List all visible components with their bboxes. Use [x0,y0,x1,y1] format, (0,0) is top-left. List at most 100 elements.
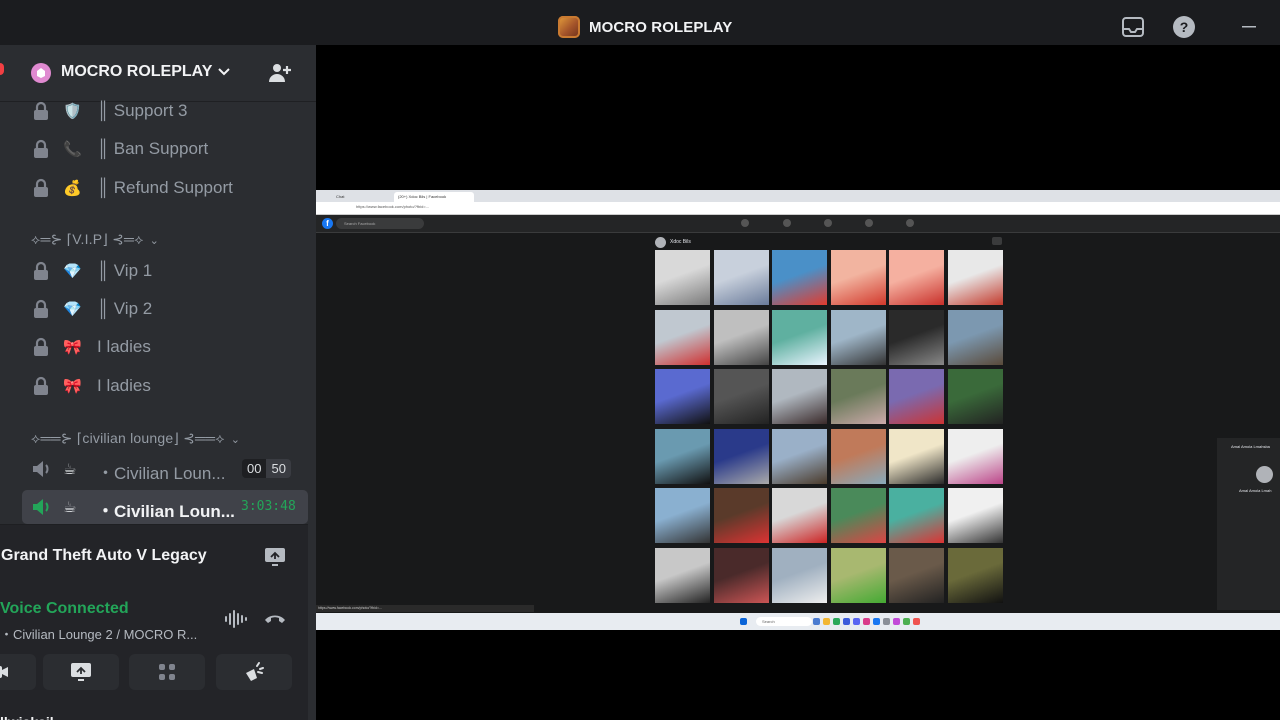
windows-start-icon[interactable] [740,618,747,625]
photo-thumbnail[interactable] [889,547,944,603]
noise-suppression-icon[interactable] [224,610,248,633]
username[interactable]: llwiskail [0,714,54,720]
photo-thumbnail[interactable] [830,547,886,603]
nav-gaming-icon[interactable] [906,219,914,227]
photo-thumbnail[interactable] [830,488,886,543]
avatar [655,236,666,248]
photo-thumbnail[interactable] [713,428,769,484]
photo-thumbnail[interactable] [713,369,769,424]
task-view-icon[interactable] [813,618,820,625]
photo-thumbnail[interactable] [772,369,827,424]
app-icon[interactable] [913,618,920,625]
inbox-icon[interactable] [1120,14,1146,40]
channel-label: I ladies [97,337,151,356]
camera-button[interactable] [0,654,36,690]
photo-thumbnail[interactable] [772,250,827,305]
share-screen-button[interactable] [43,654,119,690]
lock-icon [31,139,51,164]
stream-game-icon[interactable] [264,547,286,572]
channel-vip-2[interactable]: 💎 ║ Vip 2 [22,292,308,326]
app-icon[interactable] [883,618,890,625]
facebook-search[interactable]: Search Facebook [336,218,424,229]
photo-thumbnail[interactable] [830,369,886,424]
app-icon[interactable] [873,618,880,625]
photo-thumbnail[interactable] [655,250,710,305]
photo-thumbnail[interactable] [655,369,710,424]
album-owner-name: Xdoc Bils [670,239,691,245]
channel-emoji: ☕ [63,499,77,516]
photo-thumbnail[interactable] [947,547,1003,603]
facebook-logo-icon[interactable]: f [322,218,333,229]
voice-channel-path[interactable]: ・Civilian Lounge 2 / MOCRO R... [0,624,197,643]
chevron-down-icon: ⌄ [230,434,241,446]
chevron-down-icon: ⌄ [149,235,159,247]
photo-thumbnail[interactable] [772,309,827,365]
browser-url-bar[interactable]: https://www.facebook.com/photo/?fbid=... [316,202,1280,215]
nav-video-icon[interactable] [783,219,791,227]
nav-groups-icon[interactable] [865,219,873,227]
channel-ladies-1[interactable]: 🎀 I ladies [22,330,308,364]
nav-marketplace-icon[interactable] [824,219,832,227]
discord-icon[interactable] [853,618,860,625]
window-title: MOCRO ROLEPLAY [589,18,733,36]
channel-ban-support[interactable]: 📞 ║ Ban Support [22,132,308,166]
close-icon[interactable] [992,237,1002,245]
browser-icon[interactable] [833,618,840,625]
nav-home-icon[interactable] [741,219,749,227]
activities-button[interactable] [129,654,205,690]
photo-thumbnail[interactable] [830,428,886,484]
voice-channel-civilian-lounge-1[interactable]: ☕ ・Civilian Loun... 00 50 [22,452,308,486]
photo-thumbnail[interactable] [830,250,886,305]
photo-thumbnail[interactable] [889,369,944,424]
soundboard-button[interactable] [216,654,292,690]
photo-thumbnail[interactable] [889,428,944,484]
app-icon[interactable] [893,618,900,625]
photo-thumbnail[interactable] [713,547,769,603]
photo-thumbnail[interactable] [889,488,944,543]
photo-thumbnail[interactable] [947,309,1003,365]
photo-thumbnail[interactable] [947,428,1003,484]
app-icon[interactable] [903,618,910,625]
channel-vip-1[interactable]: 💎 ║ Vip 1 [22,254,308,288]
server-name: MOCRO ROLEPLAY [61,63,213,80]
app-icon[interactable] [863,618,870,625]
photo-thumbnail[interactable] [947,250,1003,305]
channel-emoji: 📞 [63,141,82,158]
photo-thumbnail[interactable] [713,488,769,543]
channel-support-3[interactable]: 🛡️ ║ Support 3 [22,94,308,128]
help-icon[interactable]: ? [1171,14,1197,40]
photo-thumbnail[interactable] [889,309,944,365]
photo-thumbnail[interactable] [655,547,710,603]
photo-thumbnail[interactable] [772,428,827,484]
minimize-icon[interactable] [1236,14,1262,40]
browser-tab[interactable]: Chat [332,192,396,202]
server-boost-icon [31,63,51,83]
user-limit: 50 [266,459,291,478]
svg-text:?: ? [1180,19,1189,35]
photo-thumbnail[interactable] [655,428,710,484]
url-text: https://www.facebook.com/photo/?fbid=... [356,204,430,209]
photo-thumbnail[interactable] [655,488,710,543]
file-explorer-icon[interactable] [823,618,830,625]
photo-thumbnail[interactable] [830,309,886,365]
photo-thumbnail[interactable] [713,250,769,305]
photo-thumbnail[interactable] [772,488,827,543]
speaker-locked-icon [31,459,53,484]
photo-thumbnail[interactable] [772,547,827,603]
channel-label: I ladies [97,376,151,395]
add-member-icon[interactable] [268,62,292,89]
photo-thumbnail[interactable] [655,309,710,365]
channel-refund-support[interactable]: 💰 ║ Refund Support [22,171,308,205]
photo-thumbnail[interactable] [713,309,769,365]
category-vip[interactable]: ⟡═⊱ ⌈V.I.P⌋ ⊰═⟡ ⌄ [31,231,159,248]
edge-icon[interactable] [843,618,850,625]
photo-thumbnail[interactable] [947,369,1003,424]
taskbar-search[interactable]: Search [756,617,812,626]
photo-thumbnail[interactable] [947,488,1003,543]
category-civilian-lounge[interactable]: ⟡══⊱ ⌈civilian lounge⌋ ⊰══⟡ ⌄ [31,430,240,447]
voice-channel-civilian-lounge-2[interactable]: ☕ ・Civilian Loun... 3:03:48 [22,490,308,524]
browser-tab-active[interactable]: (20+) Xdoc Bils | Facebook [394,192,474,202]
channel-ladies-2[interactable]: 🎀 I ladies [22,369,308,403]
disconnect-icon[interactable] [263,610,287,633]
photo-thumbnail[interactable] [889,250,944,305]
